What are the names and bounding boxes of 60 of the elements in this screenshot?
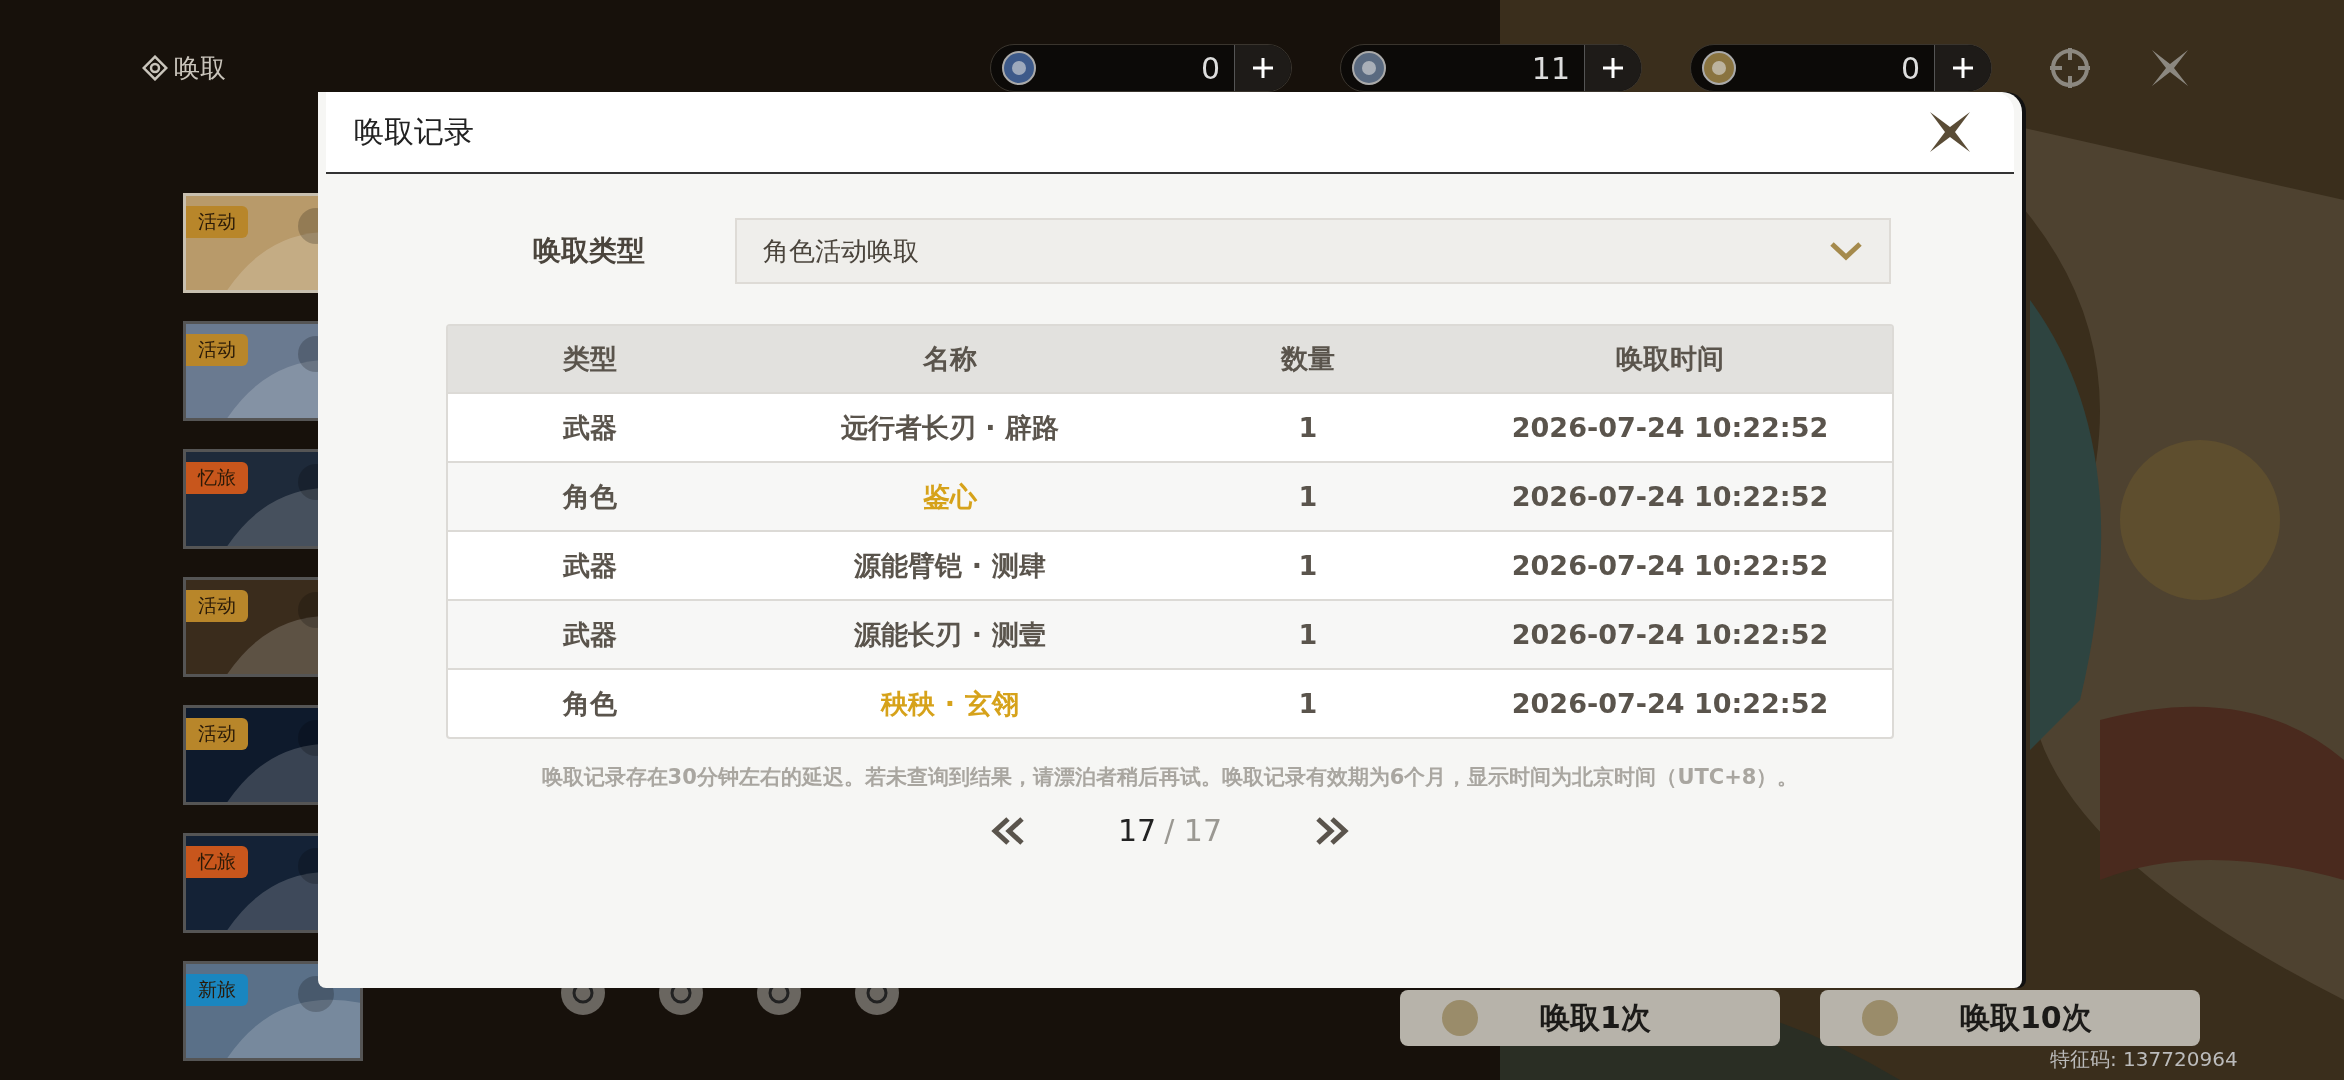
banner-tag: 活动 <box>186 718 248 750</box>
table-cell-text: 角色 <box>561 686 618 721</box>
add-button[interactable] <box>1234 45 1291 91</box>
banner-tag: 忆旅 <box>186 462 248 494</box>
table-cell-text: 源能长刃 · 测壹 <box>853 617 1047 652</box>
table-cell-text: 源能臂铠 · 测肆 <box>853 548 1047 583</box>
total-pages: / 17 <box>1164 813 1222 848</box>
table-cell-text: 武器 <box>562 617 618 652</box>
table-cell-text: 2026-07-24 10:22:52 <box>1510 481 1830 512</box>
table-cell-text: 2026-07-24 10:22:52 <box>1510 688 1830 719</box>
banner-tag: 新旅 <box>186 974 248 1006</box>
table-cell-text: 远行者长刃 · 辟路 <box>839 410 1061 445</box>
dialog-title: 唤取记录 <box>354 112 474 151</box>
coin-icon <box>1860 998 1900 1038</box>
type-dropdown[interactable]: 角色活动唤取 <box>735 218 1891 284</box>
chevron-down-icon <box>1829 240 1863 262</box>
column-header: 类型 <box>562 342 618 376</box>
coin-icon <box>1351 50 1387 86</box>
table-cell-text: 2026-07-24 10:22:52 <box>1510 550 1830 581</box>
table-cell-text: 秧秧 · 玄翎 <box>879 686 1020 721</box>
table-cell-text: 1 <box>1297 619 1319 650</box>
close-icon[interactable] <box>1928 110 1972 154</box>
plus-icon <box>1951 56 1975 80</box>
coin-icon <box>1440 998 1480 1038</box>
table-cell-text: 2026-07-24 10:22:52 <box>1510 619 1830 650</box>
banner-tag: 活动 <box>186 590 248 622</box>
table-cell-text: 2026-07-24 10:22:52 <box>1510 412 1830 443</box>
page-title: 唤取 <box>174 51 226 85</box>
plus-icon <box>1251 56 1275 80</box>
coin-icon <box>1001 50 1037 86</box>
table-cell-text: 1 <box>1297 412 1319 443</box>
column-header: 数量 <box>1279 342 1336 376</box>
banner-card[interactable]: 新旅 <box>183 961 363 1061</box>
note-text: 唤取记录存在30分钟左右的延迟。若未查询到结果，请漂泊者稍后再试。唤取记录有效期为6个月，显示时间为北京时间（UTC+8）。 <box>541 764 1799 791</box>
currency-amount: 0 <box>1199 50 1221 86</box>
table-cell-text: 武器 <box>562 548 618 583</box>
coin-icon <box>1701 50 1737 86</box>
table-cell-text: 武器 <box>562 410 618 445</box>
currency-amount: 11 <box>1530 50 1571 86</box>
pull-button[interactable]: 唤取1次 <box>1400 990 1780 1046</box>
table-cell-text: 1 <box>1297 688 1319 719</box>
add-button[interactable] <box>1934 45 1991 91</box>
plus-icon <box>1601 56 1625 80</box>
table-cell-text: 鉴心 <box>922 479 978 514</box>
currency-amount: 0 <box>1899 50 1921 86</box>
filter-label: 唤取类型 <box>533 233 645 269</box>
feature-code: 特征码: 137720964 <box>2050 1046 2238 1073</box>
pull-button[interactable]: 唤取10次 <box>1820 990 2200 1046</box>
column-header: 唤取时间 <box>1615 342 1725 376</box>
banner-tag: 活动 <box>186 206 248 238</box>
column-header: 名称 <box>922 342 978 376</box>
diamond-icon <box>142 55 168 81</box>
banner-tag: 活动 <box>186 334 248 366</box>
table-cell-text: 1 <box>1297 481 1319 512</box>
table-cell-text: 1 <box>1297 550 1319 581</box>
table-cell-text: 角色 <box>561 479 618 514</box>
add-button[interactable] <box>1584 45 1641 91</box>
banner-tag: 忆旅 <box>186 846 248 878</box>
target-icon[interactable] <box>2048 46 2092 90</box>
current-page: 17 <box>1118 813 1157 848</box>
